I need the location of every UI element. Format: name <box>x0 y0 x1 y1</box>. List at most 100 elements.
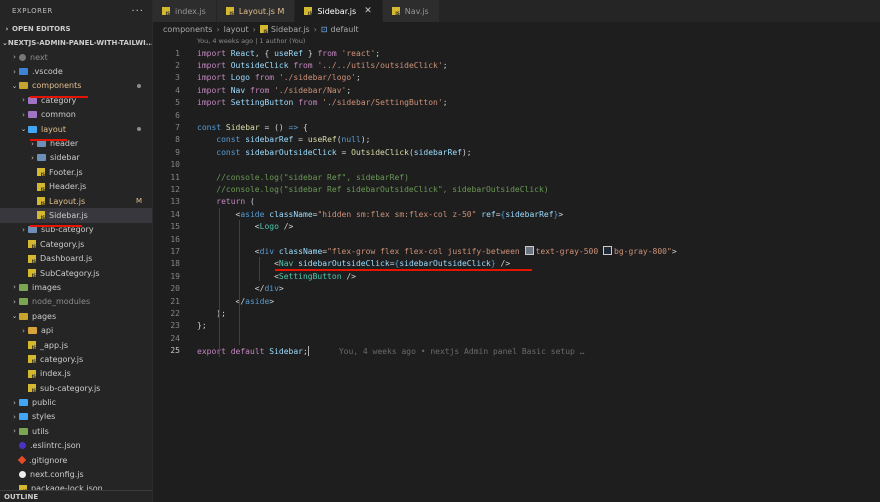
code-line[interactable]: 20 </div> <box>153 282 880 294</box>
tab-layout[interactable]: Layout.js M <box>216 0 296 22</box>
tree-item-dashboard-js[interactable]: Dashboard.js <box>0 251 152 265</box>
code-line[interactable]: 3 import Logo from './sidebar/logo'; <box>153 72 880 84</box>
tree-item-footer-js[interactable]: Footer.js <box>0 165 152 179</box>
tree-item-label: index.js <box>40 369 71 379</box>
tree-item-label: next <box>30 52 48 62</box>
tree-item-index-js[interactable]: index.js <box>0 367 152 381</box>
chevron-right-icon: › <box>13 283 16 292</box>
code-line[interactable]: 13 return ( <box>153 196 880 208</box>
js-file-icon <box>28 369 36 379</box>
tree-item-label: pages <box>32 311 57 321</box>
chevron-right-icon: › <box>13 398 16 407</box>
outline-label: OUTLINE <box>4 492 39 501</box>
tab-label: Sidebar.js <box>317 6 357 16</box>
code-line[interactable]: 1 import React, { useRef } from 'react'; <box>153 47 880 59</box>
code-editor[interactable]: 1 import React, { useRef } from 'react'; … <box>153 47 880 357</box>
code-line[interactable]: 5 import SettingButton from './sidebar/Se… <box>153 97 880 109</box>
explorer-sidebar: EXPLORER ··· › OPEN EDITORS ⌄ NEXTJS-ADM… <box>0 0 152 502</box>
code-line[interactable]: 23}; <box>153 320 880 332</box>
tree-item-api[interactable]: › api <box>0 323 152 337</box>
code-line[interactable]: 17 <div className="flex-grow flex flex-c… <box>153 245 880 257</box>
code-line[interactable]: 16 <box>153 233 880 245</box>
tree-item-subcategory-js[interactable]: SubCategory.js <box>0 266 152 280</box>
code-line[interactable]: 8 const sidebarRef = useRef(null); <box>153 134 880 146</box>
tree-item-public[interactable]: › public <box>0 395 152 409</box>
code-line[interactable]: 9 const sidebarOutsideClick = OutsideCli… <box>153 146 880 158</box>
chevron-right-icon: › <box>13 67 16 76</box>
code-line[interactable]: 4 import Nav from './sidebar/Nav'; <box>153 84 880 96</box>
tree-item-category-js[interactable]: category.js <box>0 352 152 366</box>
git-icon <box>17 455 27 465</box>
explorer-title: EXPLORER <box>12 7 53 15</box>
code-line[interactable]: 11 //console.log("sidebar Ref", sidebarR… <box>153 171 880 183</box>
folder-icon <box>28 226 37 234</box>
tree-item-category-js[interactable]: Category.js <box>0 237 152 251</box>
code-line[interactable]: 10 <box>153 159 880 171</box>
tree-item-label: layout <box>41 124 66 134</box>
chevron-down-icon: ⌄ <box>11 312 18 321</box>
tree-item-node-modules[interactable]: › node_modules <box>0 295 152 309</box>
annotation-underline-layout <box>30 139 67 141</box>
breadcrumb-item[interactable]: layout <box>224 25 249 34</box>
tree-item-label: styles <box>32 412 56 422</box>
breadcrumb-item[interactable]: Sidebar.js <box>271 25 310 34</box>
tree-item-eslintrc-json[interactable]: .eslintrc.json <box>0 439 152 453</box>
chevron-down-icon: ⌄ <box>11 81 18 90</box>
code-line[interactable]: 25 export default Sidebar; You, 4 weeks ag… <box>153 344 880 356</box>
open-editors-label: OPEN EDITORS <box>12 25 71 33</box>
tree-item-utils[interactable]: › utils <box>0 424 152 438</box>
code-line[interactable]: 6 <box>153 109 880 121</box>
tree-item-next[interactable]: › next <box>0 50 152 64</box>
tab-label: index.js <box>175 6 206 16</box>
tree-item-header-js[interactable]: Header.js <box>0 180 152 194</box>
code-line[interactable]: 2 import OutsideClick from '../../utils/o… <box>153 59 880 71</box>
open-editors-section[interactable]: › OPEN EDITORS <box>0 22 152 36</box>
js-file-icon <box>28 384 36 393</box>
tree-item-sidebar[interactable]: › sidebar <box>0 151 152 165</box>
tree-item-styles[interactable]: › styles <box>0 410 152 424</box>
tree-item-label: SubCategory.js <box>40 268 100 278</box>
tab-sidebar[interactable]: Sidebar.js ✕ <box>295 0 383 22</box>
folder-icon <box>37 140 46 148</box>
tree-item-sidebar-js[interactable]: Sidebar.js <box>0 208 152 223</box>
tree-item-label: public <box>32 398 57 408</box>
blame-header[interactable]: You, 4 weeks ago | 1 author (You) <box>197 37 305 45</box>
tree-item-pages[interactable]: ⌄ pages <box>0 309 152 323</box>
annotation-underline-components <box>30 96 88 98</box>
tree-item-common[interactable]: › common <box>0 108 152 122</box>
tree-item-images[interactable]: › images <box>0 280 152 294</box>
tree-item-layout[interactable]: ⌄ layout <box>0 122 152 136</box>
tree-item-sub-category-js[interactable]: sub-category.js <box>0 381 152 395</box>
tree-item-app-js[interactable]: _app.js <box>0 338 152 352</box>
tree-item-gitignore[interactable]: .gitignore <box>0 453 152 467</box>
code-line[interactable]: 14 <aside className="hidden sm:flex sm:f… <box>153 208 880 220</box>
tree-item-label: Dashboard.js <box>40 254 93 264</box>
code-line[interactable]: 21 </aside> <box>153 295 880 307</box>
tab-nav[interactable]: Nav.js <box>382 0 440 22</box>
more-actions-icon[interactable]: ··· <box>131 6 144 17</box>
tree-item-next-config-js[interactable]: next.config.js <box>0 467 152 481</box>
code-line[interactable]: 7 const Sidebar = () => { <box>153 121 880 133</box>
tree-item-label: api <box>41 326 54 336</box>
code-line[interactable]: 15 <Logo /> <box>153 220 880 232</box>
code-line[interactable]: 12 //console.log("sidebar Ref sidebarOut… <box>153 183 880 195</box>
folder-icon <box>28 111 37 119</box>
close-icon[interactable]: ✕ <box>364 6 372 16</box>
breadcrumb-item[interactable]: default <box>331 25 359 34</box>
tree-item-layout-js[interactable]: Layout.js M <box>0 194 152 208</box>
code-line[interactable]: 22 ); <box>153 307 880 319</box>
tree-item-components[interactable]: ⌄ components <box>0 79 152 93</box>
tree-item-label: .vscode <box>32 67 63 77</box>
tab-index[interactable]: index.js <box>153 0 217 22</box>
tree-item-label: sidebar <box>50 153 80 163</box>
tree-item-header[interactable]: › header <box>0 136 152 150</box>
project-section[interactable]: ⌄ NEXTJS-ADMIN-PANEL-WITH-TAILWI... <box>0 36 152 50</box>
code-line[interactable]: 19 <SettingButton /> <box>153 270 880 282</box>
outline-section[interactable]: OUTLINE <box>0 490 152 502</box>
js-file-icon <box>28 355 36 364</box>
tree-item-vscode[interactable]: › .vscode <box>0 64 152 78</box>
breadcrumb-item[interactable]: components <box>163 25 212 34</box>
chevron-right-icon: › <box>13 297 16 306</box>
chevron-right-icon: › <box>31 139 34 148</box>
code-line[interactable]: 24 <box>153 332 880 344</box>
